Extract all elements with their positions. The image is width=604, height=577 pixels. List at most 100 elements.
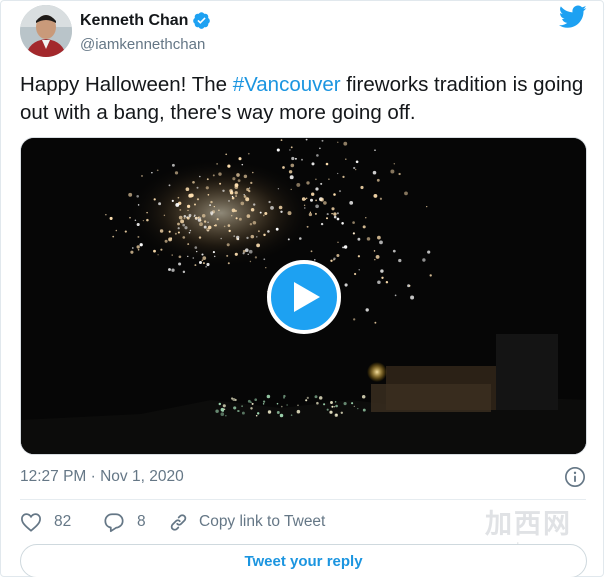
firework-spark (142, 219, 145, 222)
firework-spark (236, 173, 240, 177)
firework-spark (203, 225, 207, 229)
city-light (283, 394, 286, 398)
firework-spark (199, 222, 203, 227)
firework-spark (305, 197, 308, 200)
firework-spark (212, 174, 215, 177)
firework-spark (171, 163, 175, 167)
twitter-bird-icon[interactable] (558, 5, 587, 29)
firework-spark (179, 208, 182, 211)
firework-spark (188, 193, 193, 198)
firework-spark (343, 245, 348, 249)
firework-spark (226, 254, 229, 257)
verified-badge-icon (192, 11, 211, 30)
user-handle[interactable]: @iamkennethchan (80, 36, 205, 53)
firework-spark (311, 162, 315, 166)
firework-spark (319, 147, 321, 150)
firework-spark (352, 232, 356, 235)
tower-silhouette (496, 334, 558, 410)
firework-spark (189, 229, 192, 232)
firework-spark (264, 211, 268, 216)
firework-spark (320, 197, 324, 202)
firework-spark (398, 258, 402, 263)
firework-spark (374, 149, 376, 151)
firework-spark (355, 168, 357, 171)
city-light (297, 404, 299, 407)
city-light (233, 406, 237, 410)
hashtag-link[interactable]: #Vancouver (233, 73, 341, 96)
firework-spark (186, 216, 190, 220)
firework-spark (228, 229, 231, 233)
firework-spark (337, 241, 339, 244)
firework-spark (177, 196, 180, 199)
firework-spark (253, 203, 256, 206)
firework-spark (235, 195, 238, 197)
firework-spark (199, 261, 202, 264)
like-button[interactable]: 82 (20, 512, 71, 532)
firework-spark (316, 154, 319, 157)
firework-spark (365, 217, 367, 219)
firework-spark (194, 216, 198, 220)
city-light (237, 410, 239, 412)
city-light (316, 401, 319, 405)
firework-spark (228, 199, 230, 202)
firework-spark (156, 169, 159, 172)
firework-spark (218, 172, 222, 176)
firework-spark (178, 255, 182, 259)
firework-spark (182, 223, 186, 227)
firework-spark (225, 153, 228, 156)
firework-spark (213, 224, 216, 227)
tweet-your-reply-button[interactable]: Tweet your reply (20, 544, 587, 577)
firework-spark (235, 217, 238, 220)
firework-spark (174, 232, 177, 235)
tweet-timestamp[interactable]: 12:27 PM · Nov 1, 2020 (20, 468, 184, 486)
city-light (334, 413, 338, 417)
city-light (222, 410, 224, 413)
copy-link-button[interactable]: Copy link to Tweet (168, 512, 368, 533)
firework-spark (129, 216, 131, 219)
city-light (335, 404, 338, 408)
firework-spark (164, 239, 168, 243)
firework-spark (291, 156, 295, 161)
firework-spark (153, 198, 156, 201)
firework-spark (146, 211, 148, 214)
city-light (340, 411, 343, 414)
firework-spark (303, 204, 306, 206)
firework-spark (337, 141, 339, 143)
display-name[interactable]: Kenneth Chan (80, 12, 188, 30)
city-light (241, 405, 243, 408)
firework-spark (168, 184, 171, 187)
firework-spark (310, 250, 313, 253)
firework-spark (394, 294, 397, 297)
firework-spark (128, 192, 133, 197)
firework-spark (333, 215, 337, 219)
firework-spark (315, 204, 319, 209)
firework-spark (259, 211, 262, 214)
play-button[interactable] (267, 260, 341, 334)
firework-spark (178, 262, 182, 266)
firework-spark (178, 215, 183, 220)
firework-spark (250, 208, 255, 212)
firework-spark (280, 210, 283, 213)
firework-spark (153, 249, 156, 253)
firework-spark (325, 162, 329, 166)
firework-spark (379, 240, 383, 245)
firework-spark (207, 193, 210, 196)
city-light (276, 402, 279, 405)
avatar[interactable] (20, 5, 72, 57)
firework-spark (290, 188, 292, 191)
firework-spark (256, 243, 260, 248)
firework-spark (238, 157, 242, 161)
info-icon[interactable] (564, 466, 586, 488)
firework-spark (194, 264, 197, 267)
firework-spark (352, 221, 355, 224)
firework-spark (374, 258, 376, 261)
firework-spark (328, 178, 330, 181)
firework-spark (234, 183, 239, 188)
firework-spark (275, 227, 279, 231)
firework-spark (360, 185, 364, 190)
firework-spark (296, 182, 301, 187)
city-light (267, 410, 272, 414)
city-light (286, 404, 288, 406)
reply-button[interactable]: 8 (103, 512, 146, 533)
firework-spark (338, 190, 342, 193)
